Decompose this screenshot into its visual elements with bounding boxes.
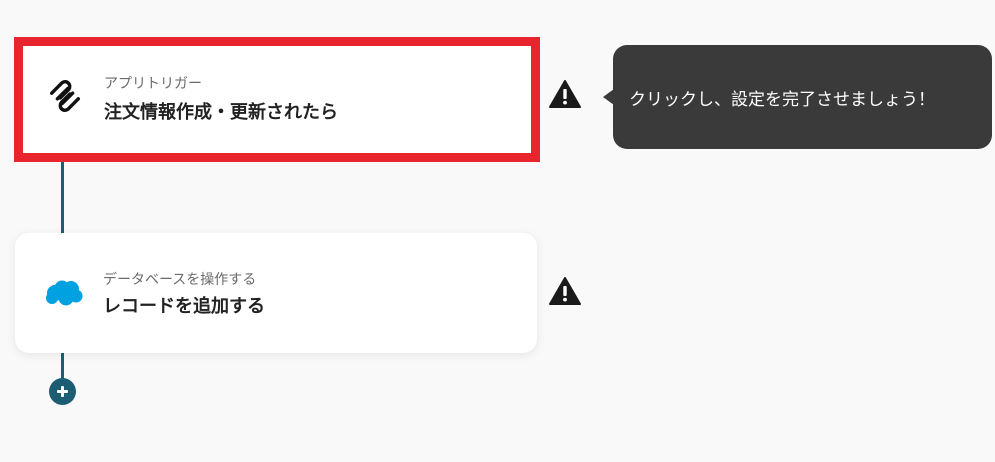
warning-triangle-icon: [549, 80, 581, 108]
step-card-database-action[interactable]: データベースを操作する レコードを追加する: [15, 233, 537, 353]
add-step-button[interactable]: [49, 378, 76, 405]
step-title: 注文情報作成・更新されたら: [104, 102, 338, 123]
step-kind-label: データベースを操作する: [103, 272, 257, 288]
step-kind-label: アプリトリガー: [104, 76, 202, 92]
flow-connector: [61, 162, 64, 233]
step-card-trigger[interactable]: アプリトリガー 注文情報作成・更新されたら: [14, 37, 540, 162]
warning-triangle-icon: [549, 277, 581, 305]
flow-connector: [61, 353, 64, 380]
plus-icon: [57, 386, 68, 397]
salesforce-cloud-icon: [41, 271, 85, 315]
flow-canvas: アプリトリガー 注文情報作成・更新されたら クリックし、設定を完了させましょう！: [0, 0, 995, 462]
setup-hint-tooltip: クリックし、設定を完了させましょう！: [613, 45, 992, 149]
squarespace-logo-icon: [43, 74, 87, 118]
tooltip-text: クリックし、設定を完了させましょう！: [629, 89, 935, 110]
step-title: レコードを追加する: [103, 296, 265, 317]
